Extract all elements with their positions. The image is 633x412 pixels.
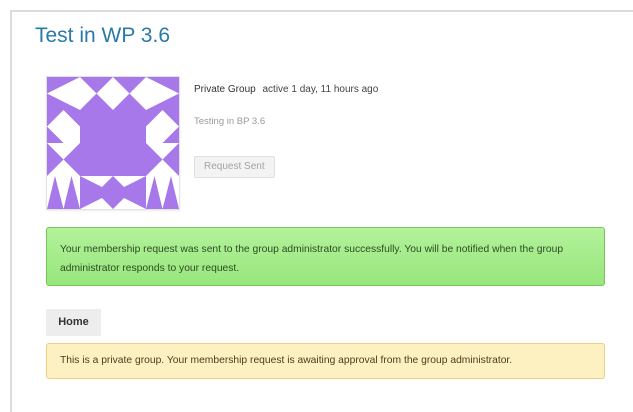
identicon-shape [146,93,179,110]
request-sent-button[interactable]: Request Sent [194,156,275,178]
identicon-shape [96,176,113,209]
identicon-shape [63,176,80,209]
group-title[interactable]: Test in WP 3.6 [35,24,170,48]
identicon-pattern [47,77,179,209]
identicon-shape [80,143,113,176]
identicon-shape [146,77,179,94]
tab-home[interactable]: Home [46,309,101,336]
identicon-shape [146,143,163,176]
identicon-shape [47,126,64,143]
group-activity: active 1 day, 11 hours ago [262,84,379,95]
identicon-shape [47,176,64,209]
group-meta: Private Group active 1 day, 11 hours ago [194,84,378,95]
identicon-shape [47,77,80,94]
identicon-shape [47,93,80,110]
group-description: Testing in BP 3.6 [194,116,266,127]
identicon-shape [146,176,163,209]
identicon-shape [113,110,146,143]
identicon-shape [47,143,64,176]
identicon-shape [80,110,113,143]
identicon-shape [162,126,179,143]
identicon-shape [162,176,179,209]
identicon-shape [146,110,163,127]
identicon-shape [63,143,80,176]
group-avatar[interactable] [46,76,180,210]
identicon-shape [162,143,179,176]
identicon-shape [80,93,113,110]
identicon-shape [162,110,179,127]
success-message: Your membership request was sent to the … [46,227,605,286]
identicon-shape [63,110,80,127]
identicon-shape [80,77,113,94]
identicon-shape [113,143,146,176]
identicon-shapes [47,77,179,209]
identicon-shape [47,110,64,127]
identicon-shape [113,93,146,110]
private-group-notice: This is a private group. Your membership… [46,343,605,379]
identicon-shape [113,77,146,94]
group-type-label: Private Group [194,84,256,95]
